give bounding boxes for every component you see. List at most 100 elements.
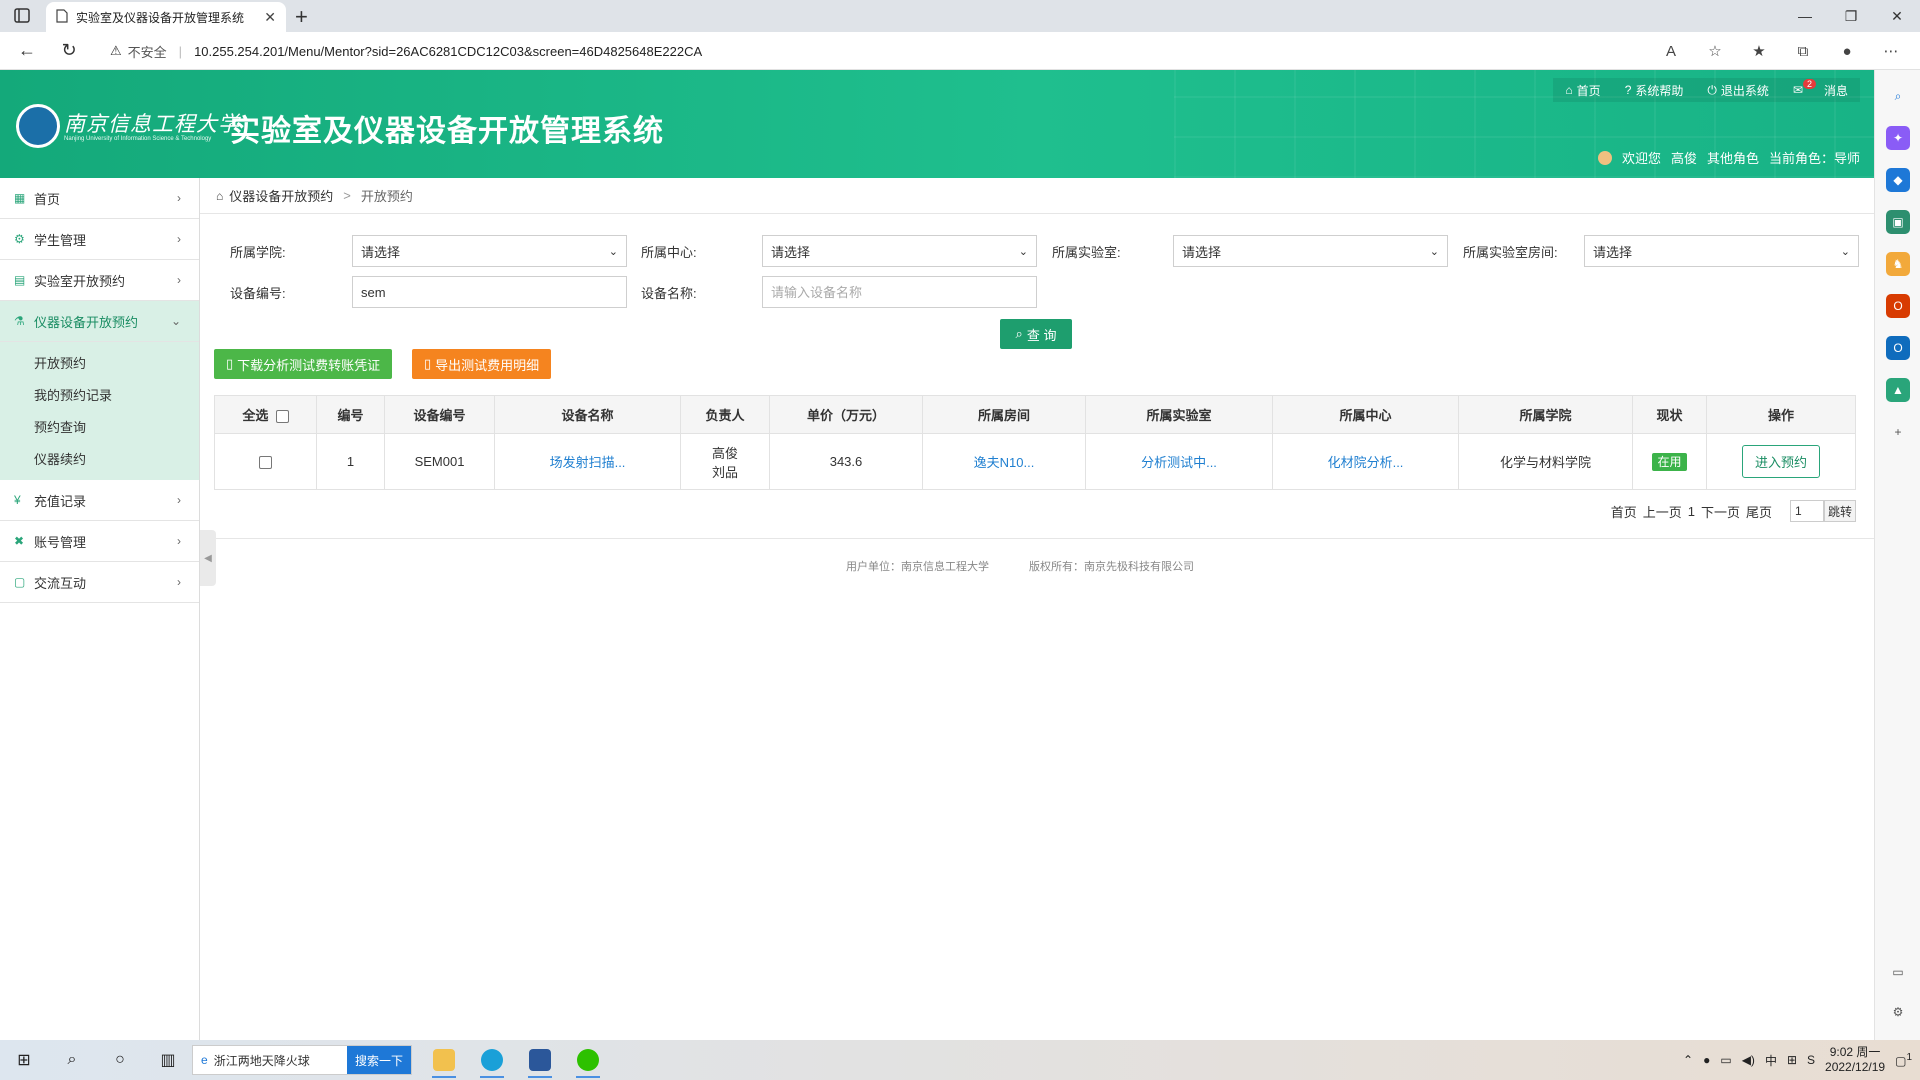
device-name-input[interactable] (762, 276, 1037, 308)
tab-actions-icon[interactable] (12, 6, 34, 26)
other-role-link[interactable]: 其他角色 (1707, 148, 1759, 167)
volume-icon[interactable]: ◀) (1742, 1053, 1755, 1067)
first-page-link[interactable]: 首页 (1611, 502, 1637, 521)
cortana-icon[interactable]: ○ (96, 1040, 144, 1080)
row-checkbox-cell (214, 433, 317, 490)
favorite-add-icon[interactable]: ☆ (1700, 36, 1730, 66)
restore-icon[interactable]: ❐ (1828, 0, 1874, 32)
word-icon[interactable] (516, 1040, 564, 1080)
cell-center-link[interactable]: 化材院分析... (1272, 433, 1459, 490)
search-icon[interactable]: ⌕ (48, 1040, 96, 1080)
sogou-icon[interactable]: S (1807, 1053, 1815, 1067)
last-page-link[interactable]: 尾页 (1746, 502, 1772, 521)
network-icon[interactable]: ▭ (1720, 1053, 1731, 1067)
row-checkbox[interactable] (259, 456, 272, 470)
add-icon[interactable]: + (1886, 420, 1910, 444)
url-field[interactable]: ⚠ 不安全 | 10.255.254.201/Menu/Mentor?sid=2… (110, 36, 1690, 66)
query-button[interactable]: ⌕ 查 询 (1000, 319, 1072, 349)
next-page-link[interactable]: 下一页 (1701, 502, 1740, 521)
search-icon[interactable]: ⌕ (1886, 84, 1910, 108)
file-icon: ▯ (424, 356, 432, 371)
sidebar-item-recharge[interactable]: ¥ 充值记录 › (0, 480, 199, 521)
breadcrumb-separator: > (343, 188, 351, 203)
task-view-icon[interactable]: ▥ (144, 1040, 192, 1080)
select-all-checkbox[interactable] (275, 410, 289, 424)
cell-status: 在用 (1632, 433, 1707, 490)
refresh-icon[interactable]: ↻ (54, 36, 84, 66)
windows-start-icon[interactable]: ⊞ (0, 1040, 48, 1080)
shopping-icon[interactable]: ◆ (1886, 168, 1910, 192)
filter-college: 所属学院: 请选择 ⌄ (230, 235, 627, 267)
page-jump-input[interactable]: 1 (1789, 500, 1824, 522)
office-icon[interactable]: O (1886, 294, 1910, 318)
device-no-label: 设备编号: (230, 285, 286, 301)
clock[interactable]: 9:02 周一 2022/12/19 (1825, 1045, 1885, 1075)
new-tab-button[interactable]: + (295, 4, 308, 30)
college-select[interactable]: 请选择 ⌄ (352, 235, 627, 267)
center-select[interactable]: 请选择 ⌄ (762, 235, 1037, 267)
wechat-icon[interactable] (564, 1040, 612, 1080)
col-room: 所属房间 (922, 395, 1086, 434)
settings-icon[interactable]: ⚙ (1886, 1000, 1910, 1024)
sidebar-item-lab-booking[interactable]: ▤ 实验室开放预约 › (0, 260, 199, 301)
games-icon[interactable]: ♞ (1886, 252, 1910, 276)
ime-mode-icon[interactable]: ⊞ (1787, 1053, 1797, 1067)
logout-link[interactable]: ⏻ 退出系统 (1695, 78, 1781, 102)
room-select[interactable]: 请选择 ⌄ (1584, 235, 1859, 267)
app-tray-icon[interactable]: ● (1703, 1053, 1710, 1067)
enter-booking-button[interactable]: 进入预约 (1741, 445, 1820, 478)
messages-link[interactable]: ✉ 2 消息 (1780, 78, 1860, 102)
edge-icon[interactable] (468, 1040, 516, 1080)
sidebar-collapse-handle[interactable]: ◀ (200, 530, 216, 586)
prev-page-link[interactable]: 上一页 (1643, 502, 1682, 521)
taskbar-search-box[interactable]: e 浙江两地天降火球 搜索一下 (192, 1045, 412, 1075)
copilot-icon[interactable]: ✦ (1886, 126, 1910, 150)
collections-icon[interactable]: ⧉ (1788, 36, 1818, 66)
home-link[interactable]: ⌂ 首页 (1553, 78, 1613, 102)
cell-device-name-link[interactable]: 场发射扫描... (494, 433, 681, 490)
tab-close-icon[interactable]: ✕ (264, 9, 276, 26)
export-details-button[interactable]: ▯ 导出测试费用明细 (412, 349, 552, 379)
submenu-booking-query[interactable]: 预约查询 (0, 410, 199, 442)
back-icon[interactable]: ← (12, 36, 42, 66)
submenu-device-renewal[interactable]: 仪器续约 (0, 442, 199, 474)
search-button[interactable]: 搜索一下 (346, 1046, 411, 1074)
header-top-links: ⌂ 首页 ? 系统帮助 ⏻ 退出系统 ✉ 2 消息 (1553, 78, 1860, 102)
chevron-up-icon[interactable]: ⌃ (1683, 1053, 1693, 1067)
lab-select[interactable]: 请选择 ⌄ (1173, 235, 1448, 267)
ime-icon[interactable]: 中 (1765, 1052, 1777, 1069)
cell-lab-link[interactable]: 分析测试中... (1085, 433, 1273, 490)
favorites-icon[interactable]: ★ (1744, 36, 1774, 66)
submenu-open-booking[interactable]: 开放预约 (0, 346, 199, 378)
read-aloud-icon[interactable]: A (1656, 36, 1686, 66)
tools-icon[interactable]: ▣ (1886, 210, 1910, 234)
submenu-my-records[interactable]: 我的预约记录 (0, 378, 199, 410)
close-window-icon[interactable]: ✕ (1874, 0, 1920, 32)
sidebar-item-account[interactable]: ✖ 账号管理 › (0, 521, 199, 562)
sidebar-item-device-booking[interactable]: ⚗ 仪器设备开放预约 ⌄ (0, 301, 199, 342)
sidebar-item-communication[interactable]: ▢ 交流互动 › (0, 562, 199, 603)
app-header: 南京信息工程大学 Nanjing University of Informati… (0, 70, 1874, 178)
sidebar-item-home[interactable]: ▦ 首页 › (0, 178, 199, 219)
minimize-icon[interactable]: — (1782, 0, 1828, 32)
cell-device-no: SEM001 (384, 433, 495, 490)
download-voucher-button[interactable]: ▯ 下载分析测试费转账凭证 (214, 349, 393, 379)
notification-icon[interactable]: ▢1 (1895, 1052, 1912, 1068)
filter-device-name: 设备名称: (641, 276, 1037, 308)
more-icon[interactable]: ⋯ (1876, 36, 1906, 66)
chevron-down-icon: ⌄ (1018, 245, 1028, 258)
breadcrumb-parent[interactable]: 仪器设备开放预约 (229, 186, 333, 205)
url-text[interactable]: 10.255.254.201/Menu/Mentor?sid=26AC6281C… (194, 44, 702, 59)
browser-tab[interactable]: 实验室及仪器设备开放管理系统 ✕ (46, 2, 286, 32)
warning-icon: ⚠ (110, 43, 122, 58)
file-explorer-icon[interactable] (420, 1040, 468, 1080)
help-link[interactable]: ? 系统帮助 (1612, 78, 1696, 102)
sidebar-layout-icon[interactable]: ▭ (1886, 960, 1910, 984)
outlook-icon[interactable]: O (1886, 336, 1910, 360)
cell-room-link[interactable]: 逸夫N10... (922, 433, 1086, 490)
drop-icon[interactable]: ▲ (1886, 378, 1910, 402)
device-no-input[interactable] (352, 276, 627, 308)
sidebar-item-students[interactable]: ⚙ 学生管理 › (0, 219, 199, 260)
page-jump-button[interactable]: 跳转 (1823, 500, 1856, 522)
profile-icon[interactable]: ● (1832, 36, 1862, 66)
